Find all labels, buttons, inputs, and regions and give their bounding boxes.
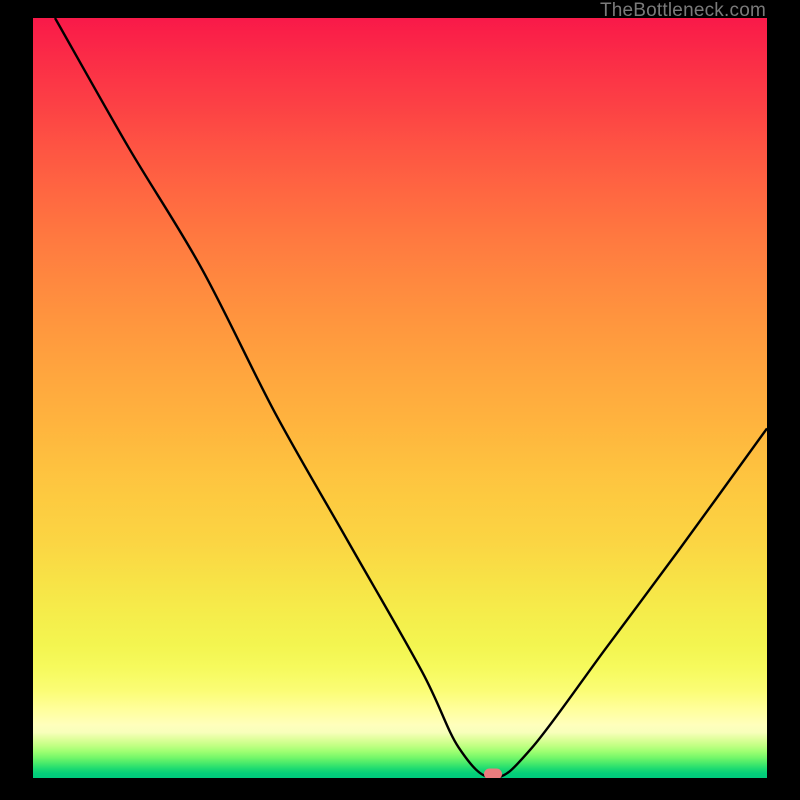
plot-area (33, 18, 767, 778)
optimal-point-marker (484, 769, 502, 778)
chart-frame: TheBottleneck.com (0, 0, 800, 800)
watermark-text: TheBottleneck.com (600, 0, 766, 22)
bottleneck-curve (33, 18, 767, 778)
